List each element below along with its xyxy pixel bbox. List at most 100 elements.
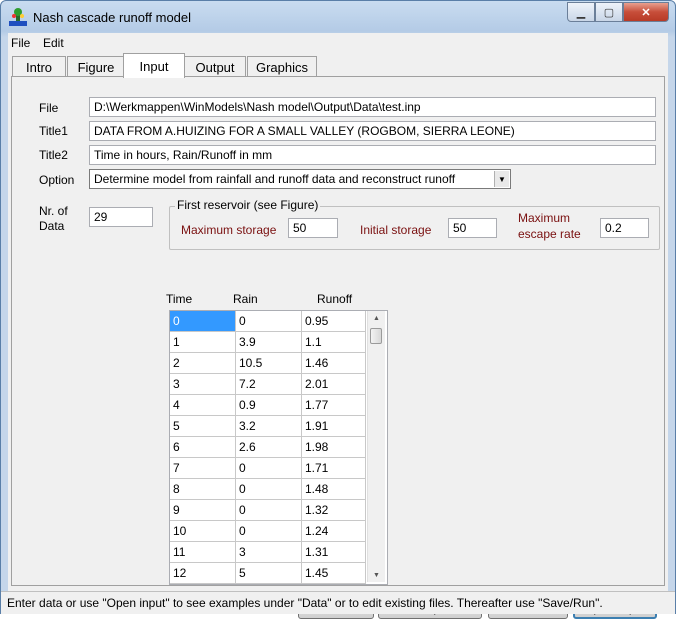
scroll-thumb[interactable] [370, 328, 382, 344]
scroll-down-icon[interactable]: ▼ [368, 568, 385, 582]
cell-runoff[interactable]: 1.46 [302, 353, 366, 374]
tab-output[interactable]: Output [184, 56, 246, 77]
table-row[interactable]: 11 3 1.31 [170, 542, 366, 563]
cell-rain[interactable]: 7.2 [236, 374, 302, 395]
cell-rain[interactable]: 0 [236, 500, 302, 521]
cell-runoff[interactable]: 1.31 [302, 542, 366, 563]
app-icon [9, 8, 27, 26]
title2-field[interactable]: Time in hours, Rain/Runoff in mm [89, 145, 656, 165]
cell-runoff[interactable]: 1.24 [302, 521, 366, 542]
cell-rain[interactable]: 0 [236, 479, 302, 500]
table-row[interactable]: 1 3.9 1.1 [170, 332, 366, 353]
cell-runoff[interactable]: 1.32 [302, 500, 366, 521]
max-storage-label: Maximum storage [181, 223, 277, 237]
cell-time[interactable]: 12 [170, 563, 236, 584]
max-storage-field[interactable]: 50 [288, 218, 338, 238]
max-escape-label-line1: Maximum [518, 211, 571, 225]
table-row[interactable]: 9 0 1.32 [170, 500, 366, 521]
cell-rain[interactable]: 3.2 [236, 416, 302, 437]
minimize-button[interactable]: ▁ [567, 2, 595, 22]
cell-rain[interactable]: 3.9 [236, 332, 302, 353]
table-row[interactable]: 2 10.5 1.46 [170, 353, 366, 374]
title2-label: Title2 [39, 148, 68, 162]
cell-rain[interactable]: 2.6 [236, 437, 302, 458]
cell-rain[interactable]: 0 [236, 311, 302, 332]
cell-runoff[interactable]: 1.91 [302, 416, 366, 437]
cell-time[interactable]: 7 [170, 458, 236, 479]
menu-file[interactable]: File [11, 36, 30, 50]
status-bar: Enter data or use "Open input" to see ex… [1, 591, 675, 614]
app-window: Nash cascade runoff model ▁ ▢ ✕ File Edi… [0, 0, 676, 619]
maximize-icon: ▢ [603, 6, 615, 19]
cell-rain[interactable]: 5 [236, 563, 302, 584]
max-escape-field[interactable]: 0.2 [600, 218, 649, 238]
cell-time[interactable]: 0 [170, 311, 236, 332]
minimize-icon: ▁ [576, 6, 586, 19]
cell-time[interactable]: 10 [170, 521, 236, 542]
file-field[interactable]: D:\Werkmappen\WinModels\Nash model\Outpu… [89, 97, 656, 117]
window-title: Nash cascade runoff model [33, 10, 192, 25]
cell-rain[interactable]: 0.9 [236, 395, 302, 416]
cell-runoff[interactable]: 2.01 [302, 374, 366, 395]
table-row[interactable]: 7 0 1.71 [170, 458, 366, 479]
first-reservoir-title: First reservoir (see Figure) [175, 198, 321, 212]
table-row[interactable]: 6 2.6 1.98 [170, 437, 366, 458]
nr-data-label-line1: Nr. of [39, 204, 68, 218]
tab-graphics[interactable]: Graphics [247, 56, 317, 77]
title-bar[interactable]: Nash cascade runoff model ▁ ▢ ✕ [1, 1, 675, 33]
initial-storage-field[interactable]: 50 [448, 218, 497, 238]
cell-runoff[interactable]: 1.1 [302, 332, 366, 353]
tab-strip: Intro Figure Input Output Graphics [11, 53, 665, 78]
col-header-rain: Rain [233, 292, 258, 306]
nr-data-field[interactable]: 29 [89, 207, 153, 227]
table-row[interactable]: 10 0 1.24 [170, 521, 366, 542]
close-button[interactable]: ✕ [623, 2, 669, 22]
input-panel: File D:\Werkmappen\WinModels\Nash model\… [11, 76, 665, 619]
cell-time[interactable]: 4 [170, 395, 236, 416]
chevron-down-icon[interactable]: ▼ [494, 171, 509, 187]
scroll-up-icon[interactable]: ▲ [368, 311, 385, 325]
data-grid[interactable]: 0 0 0.95 1 3.9 1.1 2 10.5 1.46 3 7.2 2.01 4 0.9 1.77 5 3… [169, 310, 388, 585]
status-text: Enter data or use "Open input" to see ex… [7, 596, 603, 610]
cell-rain[interactable]: 0 [236, 458, 302, 479]
cell-time[interactable]: 9 [170, 500, 236, 521]
menu-edit[interactable]: Edit [43, 36, 64, 50]
cell-runoff[interactable]: 1.71 [302, 458, 366, 479]
title1-label: Title1 [39, 124, 68, 138]
cell-runoff[interactable]: 1.98 [302, 437, 366, 458]
cell-time[interactable]: 5 [170, 416, 236, 437]
table-row[interactable]: 0 0 0.95 [170, 311, 366, 332]
option-label: Option [39, 173, 75, 187]
tab-input[interactable]: Input [123, 53, 185, 78]
col-header-time: Time [166, 292, 193, 306]
option-value: Determine model from rainfall and runoff… [94, 172, 456, 186]
max-escape-label-line2: escape rate [518, 227, 581, 241]
table-row[interactable]: 12 5 1.45 [170, 563, 366, 584]
tab-intro[interactable]: Intro [12, 56, 66, 77]
cell-time[interactable]: 6 [170, 437, 236, 458]
nr-data-label-line2: Data [39, 219, 65, 233]
cell-rain[interactable]: 3 [236, 542, 302, 563]
title1-field[interactable]: DATA FROM A.HUIZING FOR A SMALL VALLEY (… [89, 121, 656, 141]
cell-time[interactable]: 1 [170, 332, 236, 353]
cell-runoff[interactable]: 1.77 [302, 395, 366, 416]
maximize-button[interactable]: ▢ [595, 2, 623, 22]
file-label: File [39, 101, 59, 115]
close-icon: ✕ [641, 6, 651, 19]
table-row[interactable]: 8 0 1.48 [170, 479, 366, 500]
cell-runoff[interactable]: 0.95 [302, 311, 366, 332]
table-row[interactable]: 4 0.9 1.77 [170, 395, 366, 416]
table-row[interactable]: 3 7.2 2.01 [170, 374, 366, 395]
tab-figure[interactable]: Figure [67, 56, 125, 77]
cell-time[interactable]: 8 [170, 479, 236, 500]
cell-rain[interactable]: 0 [236, 521, 302, 542]
table-row[interactable]: 5 3.2 1.91 [170, 416, 366, 437]
cell-rain[interactable]: 10.5 [236, 353, 302, 374]
option-select[interactable]: Determine model from rainfall and runoff… [89, 169, 511, 189]
cell-time[interactable]: 3 [170, 374, 236, 395]
cell-time[interactable]: 2 [170, 353, 236, 374]
cell-time[interactable]: 11 [170, 542, 236, 563]
grid-scrollbar[interactable]: ▲ ▼ [367, 311, 385, 582]
cell-runoff[interactable]: 1.45 [302, 563, 366, 584]
cell-runoff[interactable]: 1.48 [302, 479, 366, 500]
